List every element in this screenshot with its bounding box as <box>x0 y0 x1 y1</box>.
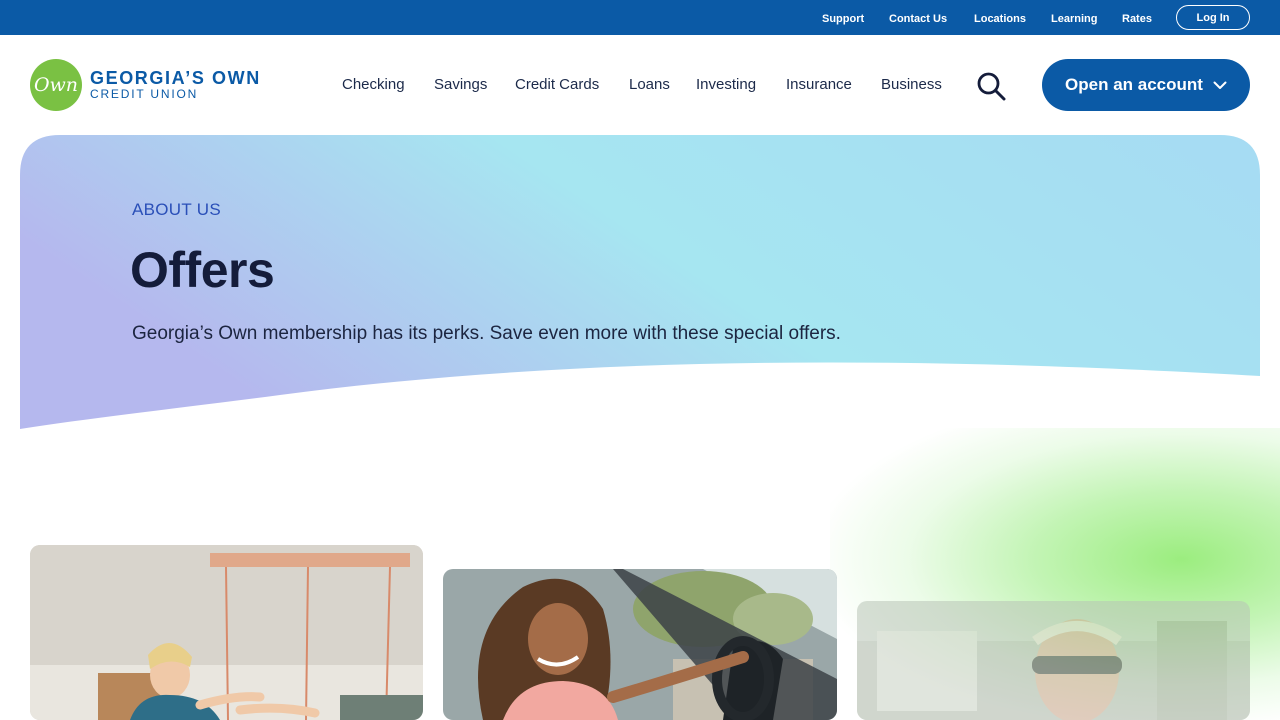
utility-link-contact-us[interactable]: Contact Us <box>889 13 947 25</box>
logo-subtitle: CREDIT UNION <box>90 86 199 101</box>
utility-link-locations[interactable]: Locations <box>974 13 1026 25</box>
offer-card-3[interactable] <box>857 601 1250 720</box>
utility-link-support[interactable]: Support <box>822 13 864 25</box>
nav-item-savings[interactable]: Savings <box>434 76 487 93</box>
logo-mark: Own <box>30 59 82 111</box>
hero-description: Georgia’s Own membership has its perks. … <box>132 323 841 344</box>
woman-driving-car-photo <box>443 569 837 720</box>
offer-card-2[interactable] <box>443 569 837 720</box>
chevron-down-icon <box>1213 81 1227 90</box>
nav-item-credit-cards[interactable]: Credit Cards <box>515 76 599 93</box>
page-title: Offers <box>130 242 275 298</box>
woman-installing-light-fixture-photo <box>30 545 423 720</box>
offer-card-1[interactable] <box>30 545 423 720</box>
nav-item-investing[interactable]: Investing <box>696 76 756 93</box>
nav-item-business[interactable]: Business <box>881 76 942 93</box>
hero-banner: ABOUT US Offers Georgia’s Own membership… <box>20 135 1260 435</box>
search-icon <box>977 72 1006 101</box>
nav-item-loans[interactable]: Loans <box>629 76 670 93</box>
logo-name: GEORGIA’S OWN <box>90 67 261 88</box>
logo[interactable]: Own GEORGIA’S OWN CREDIT UNION <box>30 59 261 111</box>
main-header: Own GEORGIA’S OWN CREDIT UNION Checking … <box>0 35 1280 135</box>
login-button[interactable]: Log In <box>1176 5 1250 30</box>
open-account-button[interactable]: Open an account <box>1042 59 1250 111</box>
nav-item-insurance[interactable]: Insurance <box>786 76 852 93</box>
hero-eyebrow: ABOUT US <box>132 200 221 219</box>
utility-link-learning[interactable]: Learning <box>1051 13 1097 25</box>
logo-wordmark: GEORGIA’S OWN CREDIT UNION <box>90 69 261 102</box>
utility-bar: Support Contact Us Locations Learning Ra… <box>0 0 1280 35</box>
search-button[interactable] <box>976 71 1008 101</box>
open-account-label: Open an account <box>1065 75 1203 94</box>
utility-link-rates[interactable]: Rates <box>1122 13 1152 25</box>
nav-item-checking[interactable]: Checking <box>342 76 405 93</box>
man-with-sunglasses-photo <box>857 601 1250 720</box>
